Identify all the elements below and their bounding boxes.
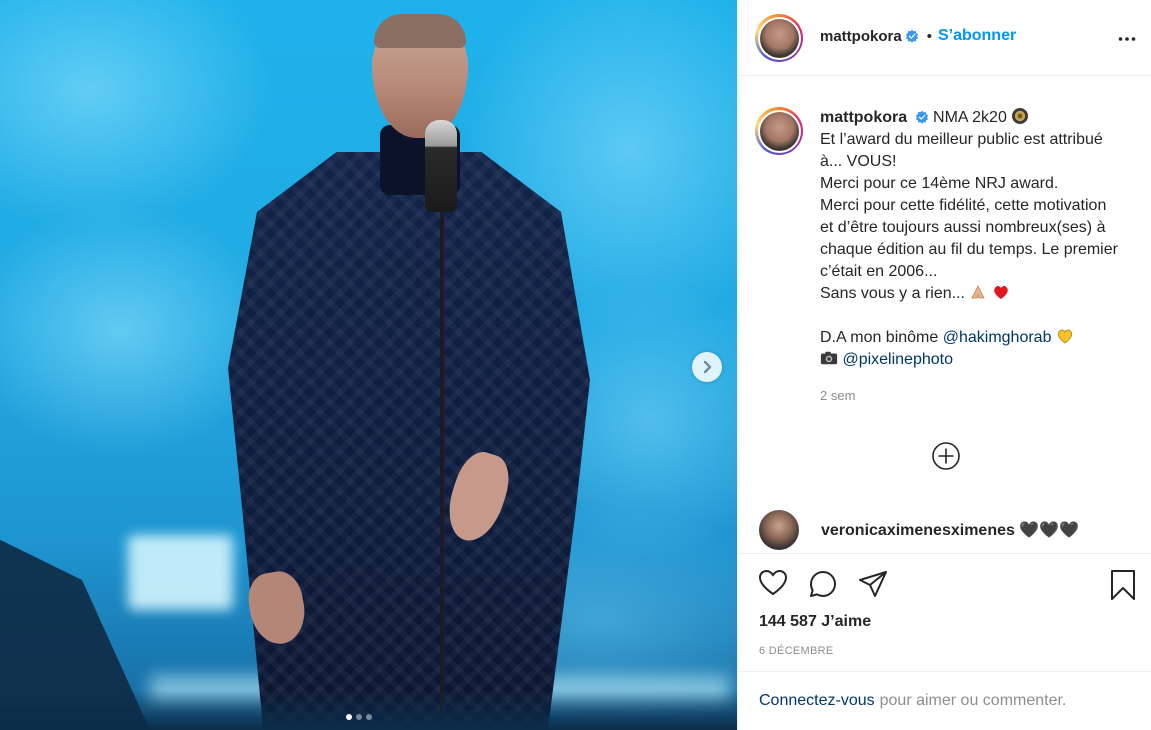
trophy-medal-emoji-icon (1012, 108, 1029, 124)
carousel-next-button[interactable] (692, 352, 722, 382)
post-caption: mattpokora NMA 2k20 Et l’award du meille… (755, 107, 1145, 407)
comment-username[interactable]: veronicaximenesximenes (821, 522, 1015, 539)
post-photo[interactable] (0, 0, 737, 730)
plus-circle-icon[interactable] (931, 441, 961, 471)
chevron-right-icon (703, 360, 712, 374)
microphone-stand (440, 200, 444, 730)
mention-link[interactable]: @hakimghorab (943, 329, 1052, 346)
avatar-image (759, 18, 799, 58)
caption-body: mattpokora NMA 2k20 Et l’award du meille… (820, 107, 1120, 407)
login-link[interactable]: Connectez-vous (759, 692, 875, 710)
post-sidebar: mattpokora • S’abonner mattpokora NMA 2k… (737, 0, 1151, 730)
carousel-indicator (346, 714, 372, 720)
avatar[interactable] (755, 14, 803, 62)
verified-badge-icon (905, 29, 918, 43)
follow-button[interactable]: S’abonner (938, 27, 1016, 45)
praying-hands-emoji-icon (971, 285, 986, 299)
caption-line: Sans vous y a rien... (820, 285, 965, 302)
caption-username[interactable]: mattpokora (820, 109, 907, 126)
credit-prefix: D.A mon binôme (820, 329, 939, 346)
comment-bubble-icon[interactable] (808, 569, 838, 599)
mention-link[interactable]: @pixelinephoto (842, 351, 953, 368)
post-actions: 144 587 J’aime 6 DÉCEMBRE (738, 553, 1151, 670)
performer-hair (374, 14, 466, 48)
red-heart-emoji-icon (994, 285, 1008, 299)
comment-item: veronicaximenesximenes 🖤🖤🖤 (759, 510, 1139, 550)
caption-line: Merci pour cette fidélité, cette motivat… (820, 197, 1118, 280)
stage-floor (0, 690, 737, 730)
comment-avatar[interactable] (759, 510, 799, 550)
microphone (425, 120, 457, 212)
camera-emoji-icon (820, 351, 838, 365)
caption-first-line: NMA 2k20 (933, 109, 1007, 126)
comments-section[interactable]: mattpokora NMA 2k20 Et l’award du meille… (738, 77, 1151, 552)
carousel-dot (346, 714, 352, 720)
header-separator: • (926, 27, 932, 45)
login-prompt: Connectez-vous pour aimer ou commenter. (738, 671, 1151, 730)
login-prompt-text: pour aimer ou commenter. (879, 692, 1067, 709)
paper-plane-icon[interactable] (858, 569, 888, 599)
yellow-heart-hands-emoji-icon (1057, 329, 1073, 344)
comment-text: 🖤🖤🖤 (1019, 522, 1080, 539)
more-options-icon[interactable] (1118, 30, 1136, 48)
bookmark-icon[interactable] (1109, 569, 1137, 601)
post-date: 6 DÉCEMBRE (759, 645, 834, 657)
header-username[interactable]: mattpokora (820, 28, 902, 45)
stage-light (128, 535, 233, 610)
caption-line: Merci pour ce 14ème NRJ award. (820, 175, 1059, 192)
caption-timestamp: 2 sem (820, 388, 856, 403)
verified-badge-icon (915, 110, 928, 124)
heart-icon[interactable] (758, 569, 788, 597)
avatar-image (759, 111, 799, 151)
caption-line: Et l’award du meilleur public est attrib… (820, 131, 1103, 170)
post-header: mattpokora • S’abonner (738, 0, 1151, 76)
carousel-dot (356, 714, 362, 720)
caption-avatar[interactable] (755, 107, 803, 155)
carousel-dot (366, 714, 372, 720)
likes-count[interactable]: 144 587 J’aime (759, 613, 871, 631)
